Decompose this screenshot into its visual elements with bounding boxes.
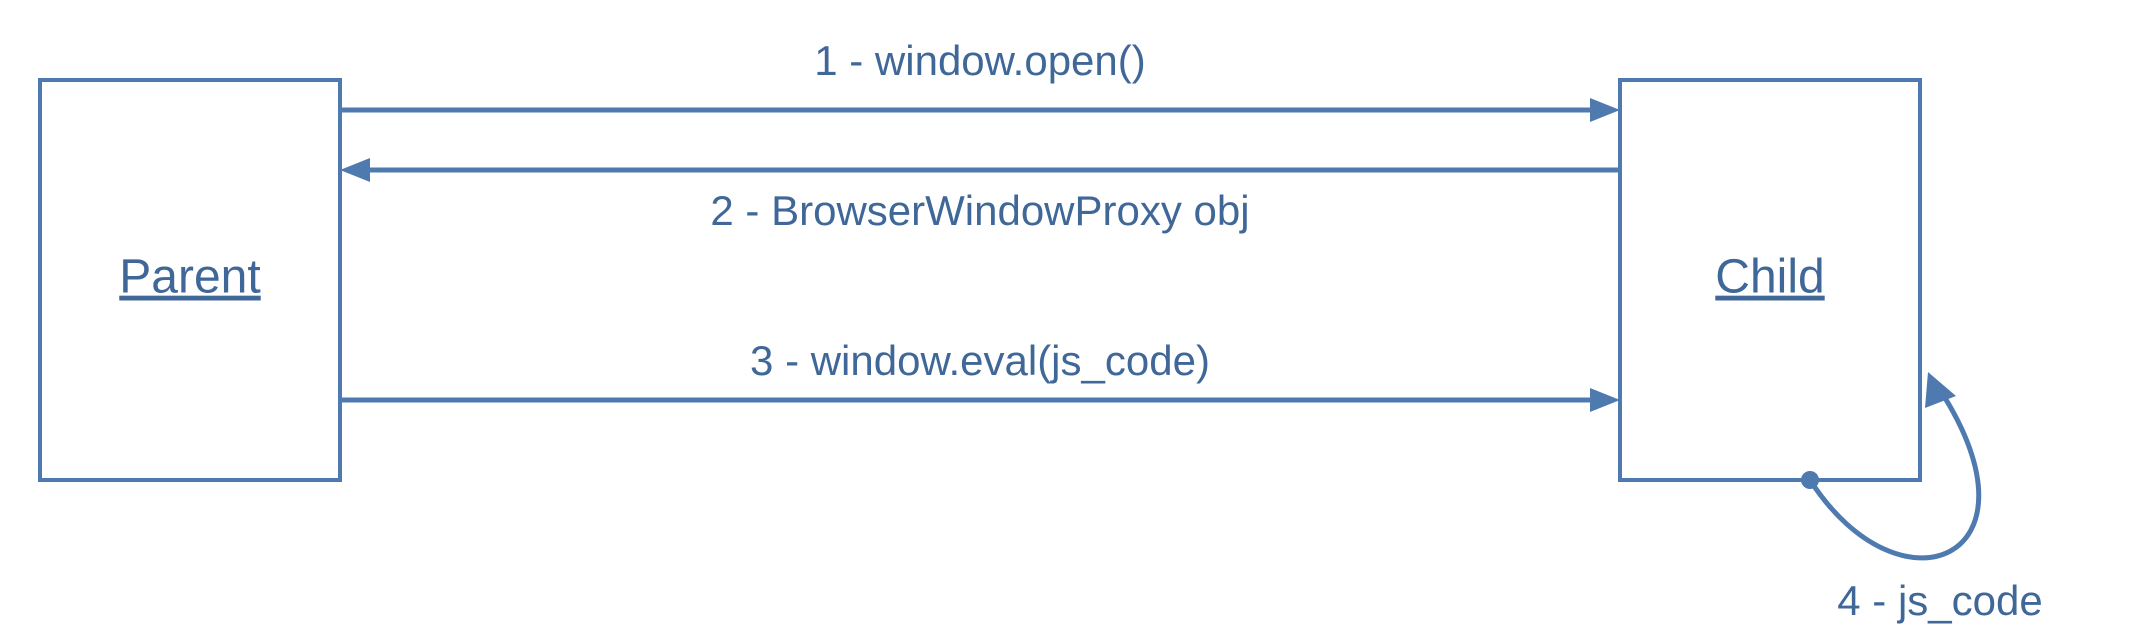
edge-3-label: 3 - window.eval(js_code) (750, 337, 1210, 384)
edge-3: 3 - window.eval(js_code) (340, 337, 1620, 412)
edge-1-label: 1 - window.open() (814, 37, 1146, 84)
child-label: Child (1715, 251, 1824, 304)
edge-2: 2 - BrowserWindowProxy obj (340, 158, 1620, 234)
parent-label: Parent (119, 251, 260, 304)
edge-2-label: 2 - BrowserWindowProxy obj (710, 187, 1249, 234)
parent-node: Parent (40, 80, 340, 480)
diagram-canvas: Parent Child 1 - window.open() 2 - Brows… (0, 0, 2154, 640)
edge-4-label: 4 - js_code (1837, 577, 2042, 624)
edge-1: 1 - window.open() (340, 37, 1620, 122)
child-node: Child (1620, 80, 1920, 480)
